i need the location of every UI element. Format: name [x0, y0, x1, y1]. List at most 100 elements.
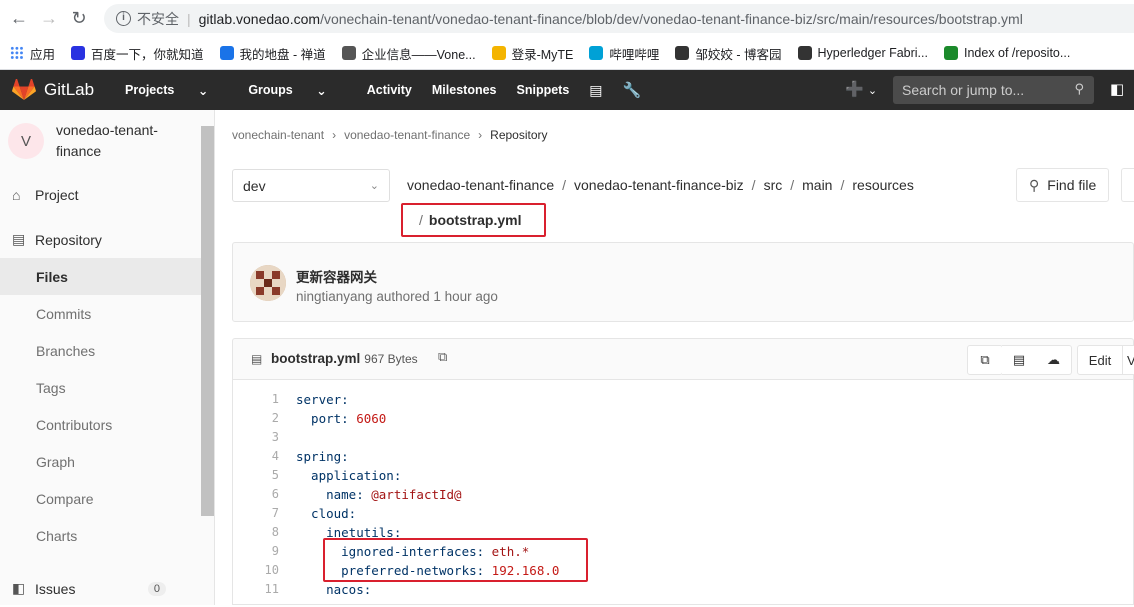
bookmark-item[interactable]: 哔哩哔哩: [589, 44, 659, 63]
sidebar-item-commits[interactable]: Commits: [0, 295, 214, 332]
breadcrumb-current[interactable]: Repository: [490, 128, 547, 142]
path-segment[interactable]: vonedao-tenant-finance-biz: [574, 177, 744, 193]
breadcrumb-group[interactable]: vonechain-tenant: [232, 128, 324, 142]
bookmark-item[interactable]: 邹姣姣 - 博客园: [675, 44, 782, 63]
code-line: application:: [296, 468, 401, 483]
main-content: vonechain-tenant › vonedao-tenant-finance ›…: [215, 110, 1134, 605]
code-line: name: @artifactId@: [296, 487, 461, 502]
reload-icon[interactable]: ↻: [64, 4, 94, 34]
line-number[interactable]: 6: [233, 487, 279, 501]
path-segment[interactable]: src: [764, 177, 783, 193]
file-title: bootstrap.yml 967 Bytes: [271, 351, 418, 366]
line-number[interactable]: 9: [233, 544, 279, 558]
sidebar-item-charts[interactable]: Charts: [0, 517, 214, 554]
top-nav: Projects ⌄ Groups ⌄ Activity Milestones …: [125, 81, 661, 100]
line-number[interactable]: 11: [233, 582, 279, 596]
bookmark-item[interactable]: 百度一下，你就知道: [71, 44, 204, 63]
path-segment[interactable]: vonedao-tenant-finance: [407, 177, 554, 193]
bookmark-item[interactable]: 企业信息——Vone...: [341, 44, 476, 63]
back-icon[interactable]: ←: [4, 4, 34, 34]
web-ide-button[interactable]: V: [1122, 345, 1134, 375]
sidebar-item-issues[interactable]: ◧ Issues 0: [0, 570, 200, 607]
zentao-icon: [219, 46, 234, 60]
sidebar-item-project[interactable]: ⌂ Project: [0, 176, 214, 213]
file-icon: ▤: [251, 352, 263, 366]
nav-snippets[interactable]: Snippets: [517, 83, 570, 97]
bookmark-label: 百度一下，你就知道: [91, 47, 204, 62]
file-path: vonedao-tenant-finance / vonedao-tenant-fi…: [407, 177, 914, 193]
sidebar-item-contributors[interactable]: Contributors: [0, 406, 214, 443]
bookmark-label: 应用: [30, 47, 56, 62]
line-number[interactable]: 2: [233, 411, 279, 425]
chart-icon[interactable]: ▤: [589, 82, 602, 99]
nav-projects[interactable]: Projects ⌄: [125, 83, 228, 98]
bookmark-item[interactable]: Index of /reposito...: [943, 46, 1070, 60]
bookmark-item[interactable]: 登录-MyTE: [491, 44, 573, 63]
bookmark-label: 企业信息——Vone...: [361, 47, 476, 62]
copy-path-icon[interactable]: ⧉: [438, 349, 447, 365]
url-host: gitlab.vonedao.com: [198, 10, 321, 27]
chevron-down-icon: ⌄: [316, 83, 327, 98]
sidebar-item-tags[interactable]: Tags: [0, 369, 214, 406]
author-avatar[interactable]: [250, 265, 286, 301]
breadcrumb-project[interactable]: vonedao-tenant-finance: [344, 128, 470, 142]
address-bar[interactable]: i 不安全 | gitlab.vonedao.com /vonechain-te…: [104, 4, 1134, 33]
sidebar-item-graph[interactable]: Graph: [0, 443, 214, 480]
sidebar-item-branches[interactable]: Branches: [0, 332, 214, 369]
code-line: port: 6060: [296, 411, 386, 426]
issues-icon[interactable]: ◧: [1110, 80, 1124, 98]
code-line: cloud:: [296, 506, 356, 521]
line-number[interactable]: 7: [233, 506, 279, 520]
line-number[interactable]: 10: [233, 563, 279, 577]
sidebar-scrollbar[interactable]: [201, 126, 214, 516]
more-actions-button[interactable]: [1121, 168, 1134, 202]
code-key: name:: [296, 487, 364, 502]
bookmark-item[interactable]: 应用: [10, 44, 55, 63]
find-file-button[interactable]: ⚲ Find file: [1016, 168, 1109, 202]
forward-icon[interactable]: →: [34, 4, 64, 34]
code-line: server:: [296, 392, 349, 407]
wrench-icon[interactable]: 🔧: [623, 81, 642, 99]
edit-button[interactable]: Edit: [1077, 345, 1123, 375]
commit-title[interactable]: 更新容器网关: [296, 266, 377, 286]
line-number[interactable]: 3: [233, 430, 279, 444]
path-segment[interactable]: resources: [852, 177, 913, 193]
line-number[interactable]: 5: [233, 468, 279, 482]
nav-groups[interactable]: Groups ⌄: [248, 83, 346, 98]
new-dropdown-button[interactable]: ➕ ⌄: [845, 80, 877, 98]
sidebar-item-files[interactable]: Files: [0, 258, 214, 295]
gitlab-brand[interactable]: GitLab: [0, 79, 120, 101]
nav-activity[interactable]: Activity: [367, 83, 412, 97]
issues-icon: ◧: [12, 580, 26, 596]
sidebar-item-repository[interactable]: ▤ Repository: [0, 221, 214, 258]
bookmark-item[interactable]: Hyperledger Fabri...: [797, 46, 928, 60]
nav-milestones[interactable]: Milestones: [432, 83, 497, 97]
line-number[interactable]: 4: [233, 449, 279, 463]
apps-grid-icon: [10, 46, 24, 60]
branch-select[interactable]: dev ⌄: [232, 169, 390, 202]
current-file-path: / bootstrap.yml: [401, 203, 546, 237]
sidebar-project-header[interactable]: V vonedao-tenant- finance: [0, 110, 214, 172]
annotation-highlight: [323, 538, 588, 582]
chevron-down-icon: ⌄: [197, 83, 209, 98]
breadcrumb: vonechain-tenant › vonedao-tenant-finance ›…: [232, 128, 548, 142]
line-number[interactable]: 8: [233, 525, 279, 539]
issues-count-badge: 0: [147, 581, 166, 596]
raw-file-button[interactable]: ▤: [1002, 345, 1037, 375]
code-key: cloud:: [296, 506, 357, 521]
sidebar-item-compare[interactable]: Compare: [0, 480, 214, 517]
line-number[interactable]: 1: [233, 392, 279, 406]
code-line: spring:: [296, 449, 349, 464]
code-value: 6060: [348, 411, 387, 426]
baidu-paw-icon: [71, 46, 86, 60]
download-button[interactable]: ☁: [1036, 345, 1072, 375]
path-segment[interactable]: main: [802, 177, 832, 193]
last-commit-panel: 更新容器网关 ningtianyang authored 1 hour ago: [232, 242, 1134, 322]
code-line: nacos:: [296, 582, 371, 597]
code-key: application:: [296, 468, 402, 483]
bookmark-item[interactable]: 我的地盘 - 禅道: [219, 44, 326, 63]
copy-source-button[interactable]: ⧉: [967, 345, 1003, 375]
bookmark-label: 我的地盘 - 禅道: [239, 47, 326, 62]
file-size: 967 Bytes: [364, 352, 418, 366]
search-input[interactable]: Search or jump to... ⚲: [893, 76, 1094, 104]
